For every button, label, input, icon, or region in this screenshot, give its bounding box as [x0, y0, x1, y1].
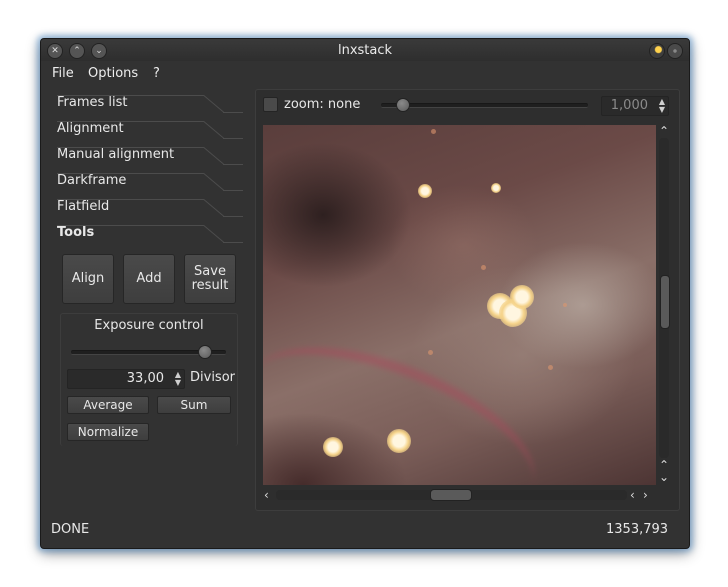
divisor-label: Divisor	[190, 370, 235, 385]
sum-button[interactable]: Sum	[157, 396, 231, 414]
menu-options[interactable]: Options	[88, 66, 138, 81]
average-button[interactable]: Average	[67, 396, 149, 414]
tab-divider	[57, 121, 204, 122]
star	[510, 285, 534, 309]
keep-above-icon[interactable]	[649, 43, 665, 59]
chevron-left-icon[interactable]: ‹	[264, 489, 269, 501]
nebula-filament	[263, 313, 557, 485]
menu-bar: File Options ?	[41, 63, 689, 85]
tab-divider	[223, 216, 243, 217]
star	[491, 183, 501, 193]
zoom-value: 1,000	[610, 98, 648, 113]
tab-divider	[57, 95, 204, 96]
status-text: DONE	[51, 522, 90, 537]
chevron-left-icon[interactable]: ‹	[630, 489, 635, 501]
faint-star	[431, 129, 436, 134]
add-button[interactable]: Add	[123, 254, 175, 304]
faint-star	[563, 303, 567, 307]
chevron-up-icon[interactable]: ⌃	[659, 125, 669, 137]
tab-alignment[interactable]: Alignment	[57, 119, 213, 141]
zoom-slider[interactable]	[381, 103, 588, 108]
menu-file[interactable]: File	[52, 66, 74, 81]
tab-divider	[223, 242, 243, 243]
divisor-spinbox[interactable]: 33,00 ▲ ▼	[67, 369, 185, 389]
horizontal-scrollbar-handle[interactable]	[430, 489, 472, 501]
vertical-scrollbar-handle[interactable]	[660, 275, 670, 329]
menu-dot-icon[interactable]	[667, 43, 683, 59]
status-coordinates: 1353,793	[606, 522, 669, 537]
normalize-button[interactable]: Normalize	[67, 423, 149, 441]
star	[418, 184, 432, 198]
zoom-spinbox[interactable]: 1,000 ▲ ▼	[601, 96, 669, 116]
zoom-slider-handle[interactable]	[395, 98, 410, 112]
spin-arrows-icon[interactable]: ▲ ▼	[659, 98, 665, 114]
tab-divider	[223, 138, 243, 139]
menu-help[interactable]: ?	[153, 66, 160, 81]
faint-star	[428, 350, 433, 355]
zoom-checkbox[interactable]	[263, 97, 278, 112]
tab-frames-list[interactable]: Frames list	[57, 93, 213, 115]
tab-divider	[57, 199, 204, 200]
chevron-down-icon[interactable]: ⌄	[659, 471, 669, 483]
window-title: lnxstack	[337, 43, 393, 58]
zoom-label: zoom: none	[284, 97, 361, 112]
faint-star	[548, 365, 553, 370]
save-result-button[interactable]: Save result	[184, 254, 236, 304]
tab-tools[interactable]: Tools	[57, 223, 213, 245]
faint-star	[481, 265, 486, 270]
app-window: ✕ ⌃ ⌄ lnxstack File Options ? Frames lis…	[40, 38, 690, 549]
chevron-right-icon[interactable]: ›	[643, 489, 648, 501]
tab-manual-alignment[interactable]: Manual alignment	[57, 145, 213, 167]
star	[387, 429, 411, 453]
tab-divider	[57, 225, 204, 226]
spin-arrows-icon[interactable]: ▲ ▼	[175, 371, 181, 387]
tab-darkframe[interactable]: Darkframe	[57, 171, 213, 193]
title-bar: ✕ ⌃ ⌄ lnxstack	[41, 39, 689, 61]
tab-divider	[223, 112, 243, 113]
tab-flatfield[interactable]: Flatfield	[57, 197, 213, 219]
divisor-value: 33,00	[126, 371, 164, 386]
tab-divider	[223, 190, 243, 191]
align-button[interactable]: Align	[62, 254, 114, 304]
tab-divider	[57, 173, 204, 174]
stacked-image[interactable]	[263, 125, 656, 485]
tab-divider	[57, 147, 204, 148]
exposure-control-title: Exposure control	[94, 318, 204, 333]
tab-divider	[223, 164, 243, 165]
star	[323, 437, 343, 457]
